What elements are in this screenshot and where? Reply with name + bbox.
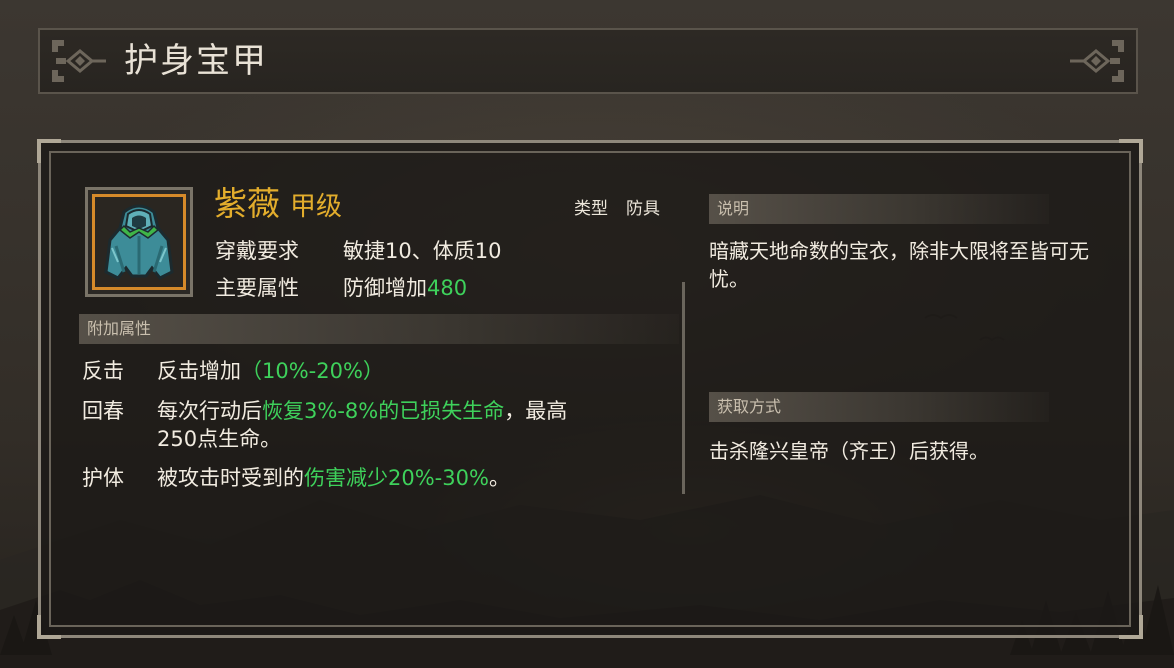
item-icon-slot[interactable]: [85, 187, 193, 297]
attribute-text: 每次行动后: [157, 399, 262, 423]
type-label: 类型: [574, 199, 608, 219]
attribute-highlight: （10%-20%）: [241, 359, 384, 383]
requirements-value: 敏捷10、体质10: [343, 239, 502, 263]
attribute-desc-protection: 被攻击时受到的伤害减少20%-30%。: [157, 463, 510, 493]
attribute-text: ，最高: [504, 399, 568, 423]
item-grade: 甲级: [290, 192, 343, 222]
requirements-label: 穿戴要求: [215, 239, 299, 263]
attribute-name-protection: 护体: [82, 466, 124, 490]
attribute-highlight: 恢复3%-8%的已损失生命: [262, 399, 505, 423]
attribute-name-rejuvenation: 回春: [82, 399, 124, 423]
extra-attributes-header: 附加属性: [79, 314, 679, 344]
ornament-left-icon: [52, 40, 106, 82]
cloak-armor-icon: [104, 204, 174, 280]
corner-ornament: [1119, 139, 1143, 163]
attribute-name-counter: 反击: [82, 359, 124, 383]
attribute-desc-rejuvenation: 每次行动后恢复3%-8%的已损失生命，最高: [157, 396, 567, 426]
title-bar: 护身宝甲: [38, 28, 1138, 94]
acquisition-header: 获取方式: [709, 392, 1049, 422]
item-name: 紫薇: [214, 184, 280, 223]
corner-ornament: [1119, 615, 1143, 639]
type-value: 防具: [626, 199, 660, 219]
main-attribute-label: 主要属性: [215, 276, 299, 300]
corner-ornament: [37, 139, 61, 163]
ornament-right-icon: [1070, 40, 1124, 82]
acquisition-text: 击杀隆兴皇帝（齐王）后获得。: [709, 439, 989, 463]
attribute-text: 反击增加: [157, 359, 241, 383]
corner-ornament: [37, 615, 61, 639]
description-text: 暗藏天地命数的宝衣，除非大限将至皆可无忧。: [709, 239, 1089, 291]
column-divider: [682, 282, 685, 494]
page-title: 护身宝甲: [124, 41, 268, 81]
description-header: 说明: [709, 194, 1049, 224]
main-attribute-text: 防御增加: [343, 276, 427, 300]
attribute-text: 。: [488, 466, 510, 490]
main-attribute-value: 480: [427, 276, 468, 300]
main-attribute: 防御增加480: [343, 273, 467, 303]
attribute-highlight: 伤害减少20%-30%: [304, 466, 489, 490]
attribute-desc-counter: 反击增加（10%-20%）: [157, 356, 384, 386]
attribute-desc-rejuvenation-line2: 250点生命。: [157, 427, 282, 451]
attribute-text: 被攻击时受到的: [157, 466, 304, 490]
